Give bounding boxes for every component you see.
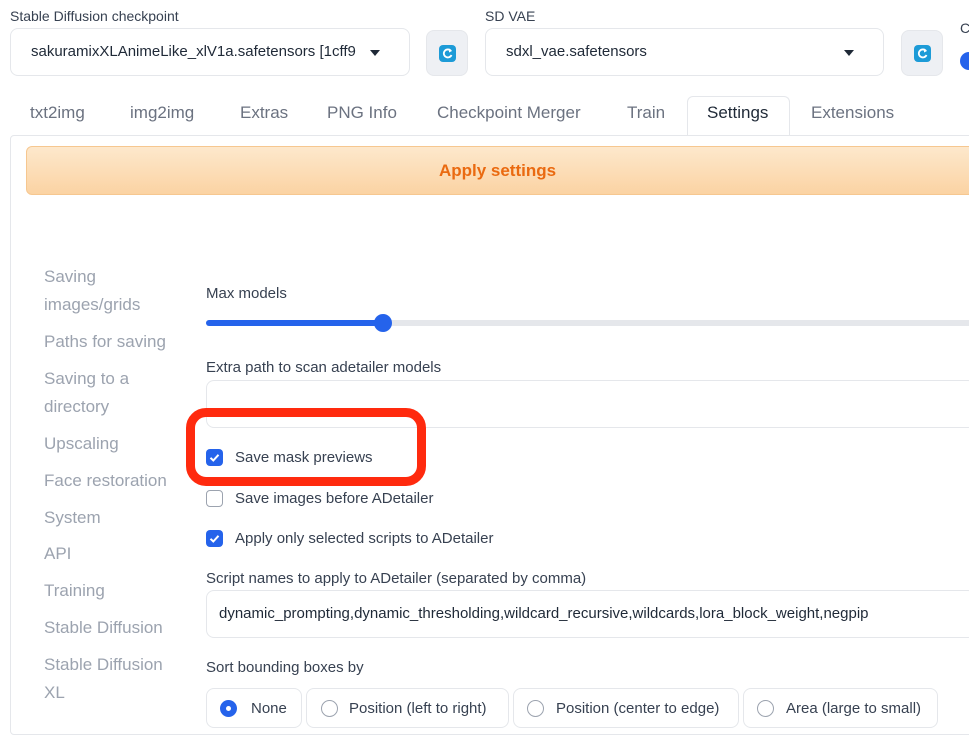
- tab-train[interactable]: Train: [627, 103, 665, 123]
- radio-icon: [527, 700, 544, 717]
- apply-settings-label: Apply settings: [438, 161, 557, 180]
- refresh-vae-button[interactable]: [901, 30, 943, 76]
- checkpoint-label: Stable Diffusion checkpoint: [10, 8, 179, 24]
- sort-option-label: Position (center to edge): [556, 700, 720, 717]
- sort-bbox-label: Sort bounding boxes by: [206, 659, 364, 676]
- script-names-input[interactable]: dynamic_prompting,dynamic_thresholding,w…: [206, 590, 969, 638]
- sort-option-area[interactable]: Area (large to small): [743, 688, 938, 728]
- tab-img2img[interactable]: img2img: [130, 103, 194, 123]
- apply-only-selected-scripts-label: Apply only selected scripts to ADetailer: [235, 530, 494, 547]
- chevron-down-icon: [844, 50, 854, 56]
- chevron-down-icon: [370, 50, 380, 56]
- sidebar-item-upscaling[interactable]: Upscaling: [44, 430, 119, 458]
- sidebar-item-paths-for-saving[interactable]: Paths for saving: [44, 328, 166, 356]
- sort-option-label: Area (large to small): [786, 700, 922, 717]
- refresh-icon: [439, 45, 456, 62]
- sidebar-item-training[interactable]: Training: [44, 577, 105, 605]
- refresh-checkpoint-button[interactable]: [426, 30, 468, 76]
- vae-dropdown[interactable]: sdxl_vae.safetensors: [485, 28, 884, 76]
- sidebar-item-stable-diffusion-xl[interactable]: Stable Diffusion XL: [44, 651, 163, 707]
- highlight-annotation: [186, 408, 426, 486]
- vae-label: SD VAE: [485, 8, 536, 24]
- save-images-before-adetailer-checkbox[interactable]: [206, 490, 223, 507]
- checkpoint-value: sakuramixXLAnimeLike_xlV1a.safetensors […: [31, 43, 356, 60]
- apply-only-selected-scripts-checkbox[interactable]: [206, 530, 223, 547]
- apply-settings-button[interactable]: Apply settings: [26, 146, 969, 195]
- max-models-slider-track[interactable]: [206, 314, 969, 332]
- tab-extensions[interactable]: Extensions: [811, 103, 894, 123]
- save-images-before-adetailer-label: Save images before ADetailer: [235, 490, 434, 507]
- refresh-icon: [914, 45, 931, 62]
- extra-path-label: Extra path to scan adetailer models: [206, 359, 442, 376]
- tab-extras[interactable]: Extras: [240, 103, 288, 123]
- checkpoint-dropdown[interactable]: sakuramixXLAnimeLike_xlV1a.safetensors […: [10, 28, 410, 76]
- settings-panel: [10, 135, 969, 735]
- tab-settings[interactable]: Settings: [707, 103, 768, 123]
- script-names-value: dynamic_prompting,dynamic_thresholding,w…: [219, 605, 869, 622]
- sidebar-item-saving-to-directory[interactable]: Saving to a directory: [44, 365, 129, 421]
- sidebar-item-saving-images[interactable]: Saving images/grids: [44, 263, 140, 319]
- tab-txt2img[interactable]: txt2img: [30, 103, 85, 123]
- radio-selected-icon: [220, 700, 237, 717]
- clip-skip-slider-handle[interactable]: [960, 52, 969, 70]
- sidebar-item-face-restoration[interactable]: Face restoration: [44, 467, 167, 495]
- sidebar-item-system[interactable]: System: [44, 504, 101, 532]
- max-models-label: Max models: [206, 285, 287, 302]
- tab-png-info[interactable]: PNG Info: [327, 103, 397, 123]
- sort-option-none[interactable]: None: [206, 688, 302, 728]
- max-models-slider-fill: [206, 320, 383, 326]
- checkmark-icon: [209, 535, 220, 543]
- radio-icon: [757, 700, 774, 717]
- max-models-slider-handle[interactable]: [374, 314, 392, 332]
- sort-option-center-to-edge[interactable]: Position (center to edge): [513, 688, 739, 728]
- sort-option-label: Position (left to right): [349, 700, 487, 717]
- sort-option-left-to-right[interactable]: Position (left to right): [306, 688, 509, 728]
- script-names-label: Script names to apply to ADetailer (sepa…: [206, 570, 587, 587]
- clip-skip-label: C: [960, 20, 969, 36]
- sort-option-label: None: [251, 700, 287, 717]
- tab-checkpoint-merger[interactable]: Checkpoint Merger: [437, 103, 581, 123]
- vae-value: sdxl_vae.safetensors: [506, 43, 647, 60]
- sidebar-item-stable-diffusion[interactable]: Stable Diffusion: [44, 614, 163, 642]
- radio-icon: [321, 700, 338, 717]
- sidebar-item-api[interactable]: API: [44, 540, 71, 568]
